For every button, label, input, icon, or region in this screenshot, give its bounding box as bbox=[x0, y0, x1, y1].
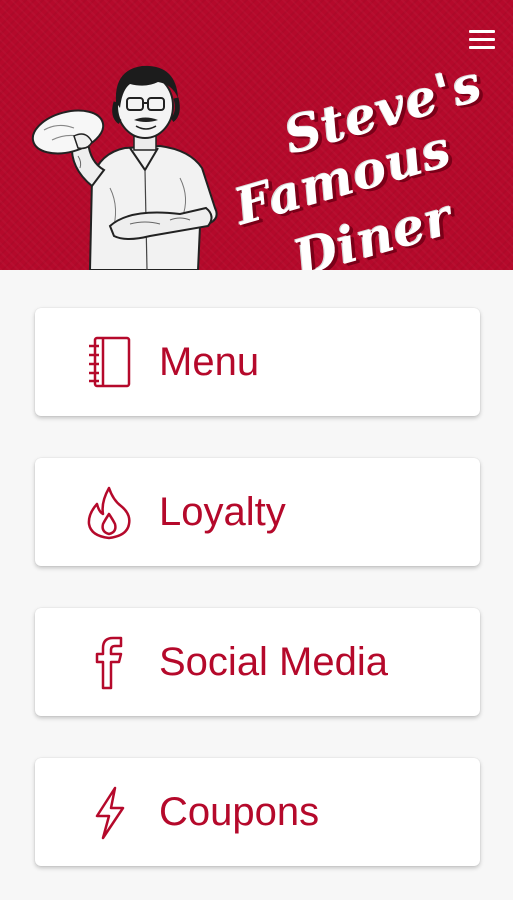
coupons-button-label: Coupons bbox=[159, 790, 320, 834]
social-media-button-label: Social Media bbox=[159, 640, 389, 684]
flame-icon bbox=[87, 486, 131, 540]
lightning-bolt-icon bbox=[95, 786, 125, 840]
hamburger-menu-icon[interactable] bbox=[469, 30, 495, 50]
social-media-button[interactable]: Social Media bbox=[35, 608, 480, 716]
loyalty-button[interactable]: Loyalty bbox=[35, 458, 480, 566]
coupons-button[interactable]: Coupons bbox=[35, 758, 480, 866]
facebook-icon bbox=[95, 636, 123, 690]
mascot-illustration bbox=[31, 65, 218, 270]
notebook-icon bbox=[89, 336, 131, 388]
app-header: Steve's Famous Diner bbox=[0, 0, 513, 270]
loyalty-button-label: Loyalty bbox=[159, 490, 286, 534]
steves-famous-diner-logo: Steve's Famous Diner bbox=[222, 53, 492, 270]
menu-button[interactable]: Menu bbox=[35, 308, 480, 416]
menu-button-label: Menu bbox=[159, 340, 260, 384]
